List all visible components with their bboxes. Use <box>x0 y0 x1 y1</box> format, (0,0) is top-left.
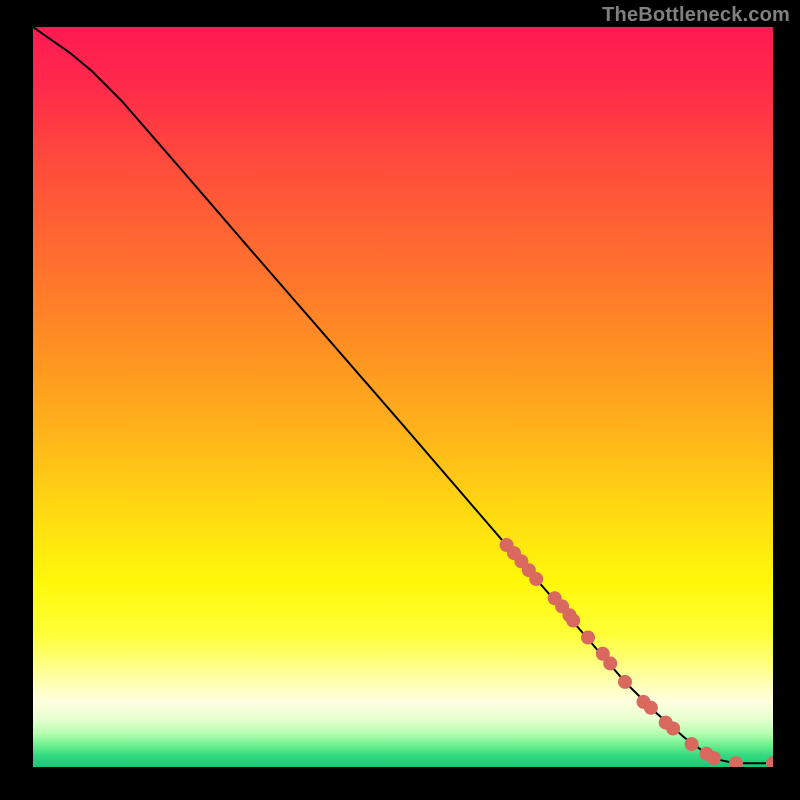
data-marker <box>529 572 543 586</box>
data-marker <box>766 756 773 767</box>
watermark-text: TheBottleneck.com <box>602 4 790 27</box>
plot-area <box>33 27 773 767</box>
data-marker <box>685 737 699 751</box>
data-marker <box>618 675 632 689</box>
curve-layer <box>33 27 773 767</box>
data-marker <box>729 756 743 767</box>
data-marker <box>644 701 658 715</box>
data-marker <box>566 614 580 628</box>
data-marker <box>603 656 617 670</box>
data-marker <box>707 751 721 765</box>
data-marker <box>666 722 680 736</box>
data-marker <box>581 631 595 645</box>
bottleneck-curve <box>33 27 773 763</box>
data-markers <box>500 538 773 767</box>
chart-frame: TheBottleneck.com <box>0 0 800 800</box>
